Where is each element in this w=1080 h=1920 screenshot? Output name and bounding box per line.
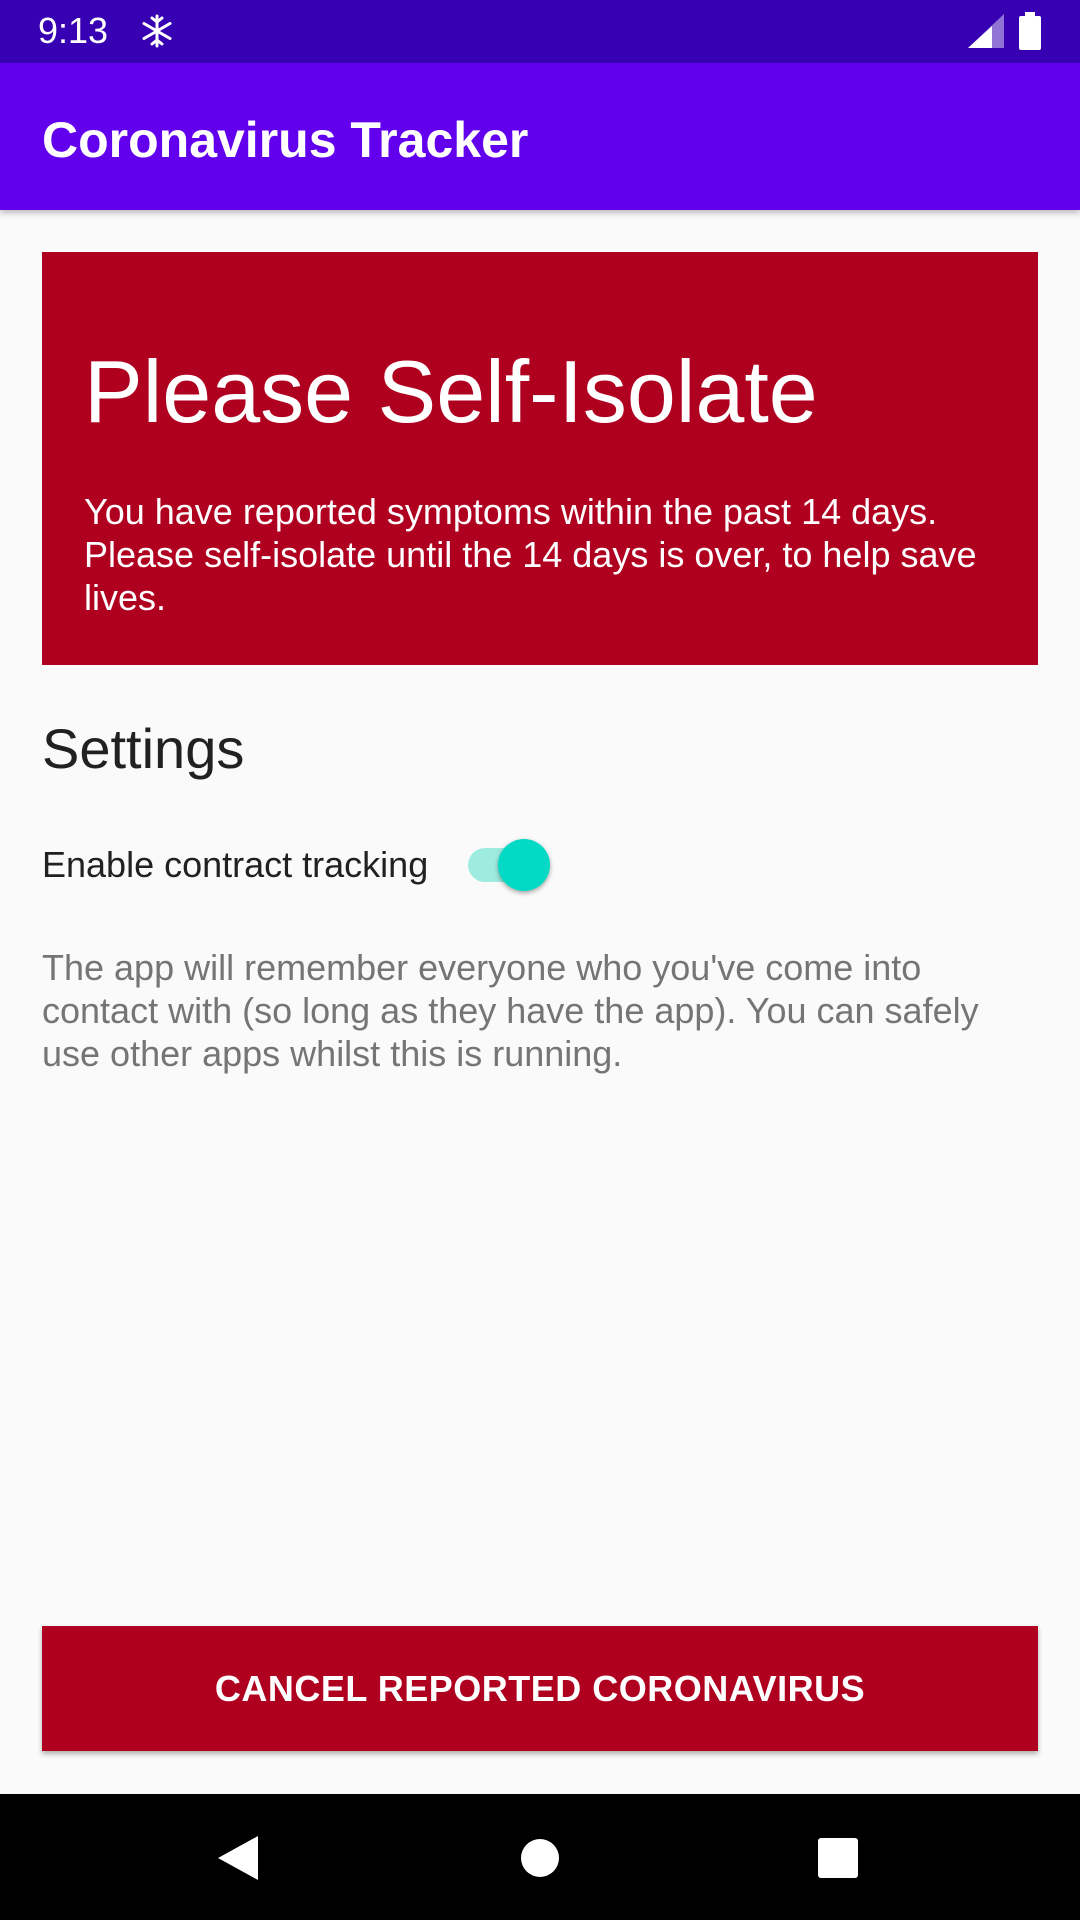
app-bar: Coronavirus Tracker — [0, 63, 1080, 210]
status-time: 9:13 — [38, 10, 109, 51]
alert-title: Please Self-Isolate — [84, 342, 818, 441]
self-isolate-alert-card: Please Self-Isolate You have reported sy… — [42, 252, 1038, 665]
back-icon[interactable] — [214, 1834, 260, 1882]
settings-heading: Settings — [42, 717, 245, 780]
battery-icon — [1019, 12, 1041, 50]
snowflake-icon — [142, 14, 172, 48]
signal-icon — [968, 14, 1004, 48]
app-title: Coronavirus Tracker — [42, 112, 529, 168]
contact-tracking-label: Enable contract tracking — [42, 844, 429, 885]
recents-icon[interactable] — [818, 1838, 858, 1878]
status-bar: 9:13 — [0, 0, 1080, 63]
alert-message: You have reported symptoms within the pa… — [84, 491, 977, 618]
contact-tracking-description: The app will remember everyone who you'v… — [42, 947, 979, 1074]
cancel-reported-coronavirus-button[interactable]: CANCEL REPORTED CORONAVIRUS — [42, 1626, 1038, 1751]
toggle-thumb — [498, 839, 550, 891]
contact-tracking-toggle[interactable] — [466, 836, 552, 894]
home-icon[interactable] — [520, 1838, 560, 1878]
